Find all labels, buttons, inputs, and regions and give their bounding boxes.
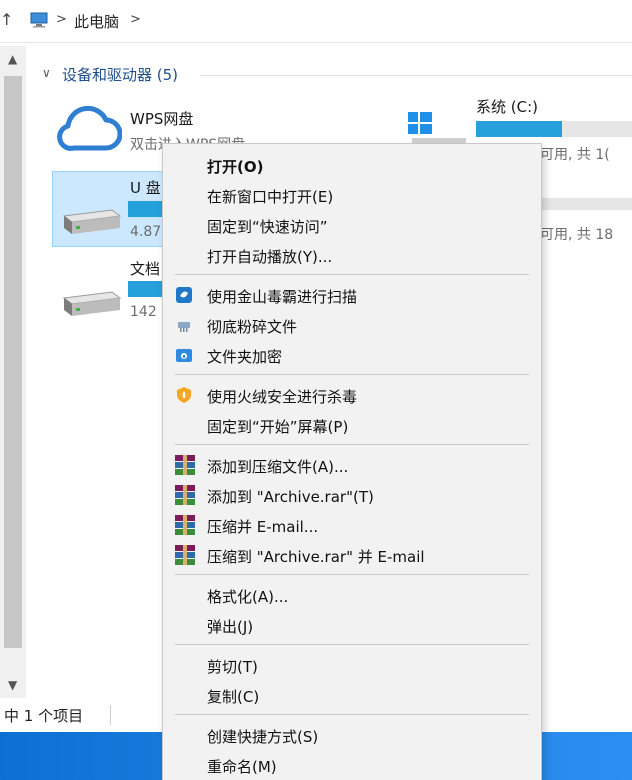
menu-item-cut[interactable]: 剪切(T) bbox=[163, 650, 541, 680]
menu-item-label: 格式化(A)... bbox=[207, 588, 289, 606]
menu-item-label: 使用金山毒霸进行扫描 bbox=[207, 288, 358, 306]
menu-item-add-to-archive-rar[interactable]: 添加到 "Archive.rar"(T) bbox=[163, 480, 541, 510]
shredder-icon bbox=[178, 322, 190, 332]
menu-item-label: 在新窗口中打开(E) bbox=[207, 188, 334, 206]
menu-item-kingsoft-scan[interactable]: 使用金山毒霸进行扫描 bbox=[163, 280, 541, 310]
menu-item-label: 使用火绒安全进行杀毒 bbox=[207, 388, 358, 406]
menu-item-compress-rar-email[interactable]: 压缩到 "Archive.rar" 并 E-mail bbox=[163, 540, 541, 570]
drive-subtitle: 4.87 bbox=[130, 224, 162, 240]
scroll-down-icon[interactable]: ▼ bbox=[8, 678, 17, 692]
breadcrumb-chevron-icon[interactable]: > bbox=[56, 12, 67, 27]
menu-item-label: 添加到 "Archive.rar"(T) bbox=[207, 488, 374, 506]
address-bar[interactable]: ↑ > 此电脑 > bbox=[0, 0, 632, 43]
menu-item-format[interactable]: 格式化(A)... bbox=[163, 580, 541, 610]
menu-item-eject[interactable]: 弹出(J) bbox=[163, 610, 541, 640]
menu-separator bbox=[175, 374, 529, 375]
section-collapse-chevron-icon[interactable]: ∨ bbox=[42, 66, 51, 80]
menu-item-rename[interactable]: 重命名(M) bbox=[163, 750, 541, 780]
menu-separator bbox=[175, 274, 529, 275]
section-divider bbox=[200, 75, 632, 76]
menu-item-pin-start[interactable]: 固定到“开始”屏幕(P) bbox=[163, 410, 541, 440]
menu-item-huorong-scan[interactable]: 使用火绒安全进行杀毒 bbox=[163, 380, 541, 410]
folder-lock-icon bbox=[176, 349, 192, 362]
context-menu: 打开(O) 在新窗口中打开(E) 固定到“快速访问” 打开自动播放(Y)... … bbox=[162, 143, 542, 780]
up-arrow-icon[interactable]: ↑ bbox=[0, 10, 13, 29]
menu-item-label: 弹出(J) bbox=[207, 618, 254, 636]
cloud-icon bbox=[57, 105, 122, 151]
winrar-icon bbox=[175, 455, 195, 475]
menu-item-open[interactable]: 打开(O) bbox=[163, 150, 541, 180]
winrar-icon bbox=[175, 485, 195, 505]
menu-separator bbox=[175, 574, 529, 575]
menu-item-label: 固定到“快速访问” bbox=[207, 218, 328, 236]
scrollbar-thumb[interactable] bbox=[4, 76, 22, 648]
winrar-icon bbox=[175, 545, 195, 565]
scroll-up-icon[interactable]: ▲ bbox=[8, 52, 17, 66]
menu-separator bbox=[175, 644, 529, 645]
menu-item-label: 彻底粉碎文件 bbox=[207, 318, 298, 336]
menu-item-label: 打开(O) bbox=[207, 158, 264, 176]
drive-name: 系统 (C:) bbox=[476, 98, 538, 116]
menu-item-label: 压缩到 "Archive.rar" 并 E-mail bbox=[207, 548, 425, 566]
drive-usage-bar bbox=[476, 121, 632, 137]
removable-drive-icon bbox=[62, 209, 122, 234]
huorong-shield-icon bbox=[177, 387, 191, 403]
drive-free-space: 可用, 共 18 bbox=[540, 227, 614, 243]
menu-item-label: 固定到“开始”屏幕(P) bbox=[207, 418, 349, 436]
hard-drive-icon bbox=[62, 291, 122, 316]
drive-usage-bar bbox=[128, 201, 162, 217]
menu-item-label: 剪切(T) bbox=[207, 658, 258, 676]
drive-usage-bar-right bbox=[540, 198, 632, 210]
kingsoft-scan-icon bbox=[176, 287, 192, 303]
menu-item-shred[interactable]: 彻底粉碎文件 bbox=[163, 310, 541, 340]
menu-item-label: 打开自动播放(Y)... bbox=[207, 248, 333, 266]
menu-item-pin-quick-access[interactable]: 固定到“快速访问” bbox=[163, 210, 541, 240]
breadcrumb-chevron-icon[interactable]: > bbox=[130, 12, 141, 27]
drive-subtitle: 142 bbox=[130, 304, 157, 320]
vertical-scrollbar[interactable]: ▲ ▼ bbox=[0, 46, 26, 698]
menu-separator bbox=[175, 444, 529, 445]
file-explorer-window: ↑ > 此电脑 > ▲ ▼ ∨ 设备和驱动器 (5) WPS网盘 双击进入WPS… bbox=[0, 0, 632, 780]
status-selection-text: 中 1 个项目 bbox=[4, 707, 84, 725]
menu-item-label: 文件夹加密 bbox=[207, 348, 283, 366]
drive-name: 文档 bbox=[130, 260, 161, 278]
menu-item-label: 创建快捷方式(S) bbox=[207, 728, 319, 746]
menu-item-copy[interactable]: 复制(C) bbox=[163, 680, 541, 710]
menu-item-label: 压缩并 E-mail... bbox=[207, 518, 319, 536]
menu-separator bbox=[175, 714, 529, 715]
drive-free-space: 可用, 共 1( bbox=[540, 147, 610, 163]
drive-usage-fill bbox=[476, 121, 562, 137]
menu-item-folder-encrypt[interactable]: 文件夹加密 bbox=[163, 340, 541, 370]
drive-name: U 盘 bbox=[130, 179, 161, 197]
menu-item-create-shortcut[interactable]: 创建快捷方式(S) bbox=[163, 720, 541, 750]
status-divider bbox=[110, 705, 111, 725]
drive-usage-fill bbox=[128, 201, 162, 217]
drive-usage-bar bbox=[128, 281, 162, 297]
menu-item-label: 重命名(M) bbox=[207, 758, 277, 776]
menu-item-autoplay[interactable]: 打开自动播放(Y)... bbox=[163, 240, 541, 270]
menu-item-label: 添加到压缩文件(A)... bbox=[207, 458, 349, 476]
menu-item-compress-email[interactable]: 压缩并 E-mail... bbox=[163, 510, 541, 540]
menu-item-add-to-archive[interactable]: 添加到压缩文件(A)... bbox=[163, 450, 541, 480]
section-title[interactable]: 设备和驱动器 (5) bbox=[62, 64, 178, 85]
menu-item-label: 复制(C) bbox=[207, 688, 260, 706]
breadcrumb-this-pc[interactable]: 此电脑 bbox=[74, 11, 119, 32]
drive-name: WPS网盘 bbox=[130, 110, 194, 128]
winrar-icon bbox=[175, 515, 195, 535]
this-pc-icon bbox=[30, 12, 48, 28]
drive-usage-fill bbox=[128, 281, 162, 297]
menu-item-open-new-window[interactable]: 在新窗口中打开(E) bbox=[163, 180, 541, 210]
